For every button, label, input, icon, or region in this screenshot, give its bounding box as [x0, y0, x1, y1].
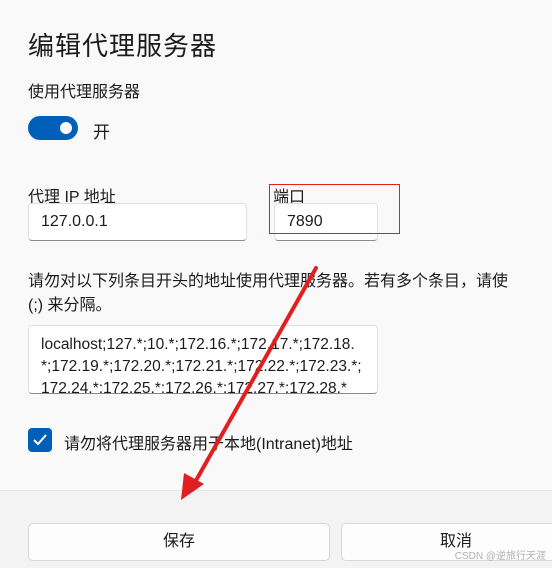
watermark: CSDN @逆旅行天涯 — [454, 551, 546, 562]
use-proxy-label: 使用代理服务器 — [28, 84, 141, 101]
proxy-ip-input[interactable]: 127.0.0.1 — [28, 203, 247, 241]
toggle-state-label: 开 — [93, 123, 110, 142]
checkmark-icon — [33, 434, 47, 446]
dialog-title: 编辑代理服务器 — [28, 31, 218, 61]
exceptions-description: 请勿对以下列条目开头的地址使用代理服务器。若有多个条目，请使 (;) 来分隔。 — [28, 273, 509, 314]
port-highlight-annotation — [269, 184, 400, 234]
edit-proxy-dialog: 编辑代理服务器 使用代理服务器 开 代理 IP 地址 127.0.0.1 端口 … — [0, 0, 552, 568]
save-button[interactable]: 保存 — [28, 523, 330, 561]
use-proxy-toggle[interactable] — [28, 116, 78, 140]
exceptions-textarea[interactable]: localhost;127.*;10.*;172.16.*;172.17.*;1… — [28, 325, 378, 394]
local-address-checkbox-label: 请勿将代理服务器用于本地(Intranet)地址 — [64, 436, 353, 453]
toggle-knob — [60, 122, 72, 134]
local-address-checkbox[interactable] — [28, 428, 52, 452]
